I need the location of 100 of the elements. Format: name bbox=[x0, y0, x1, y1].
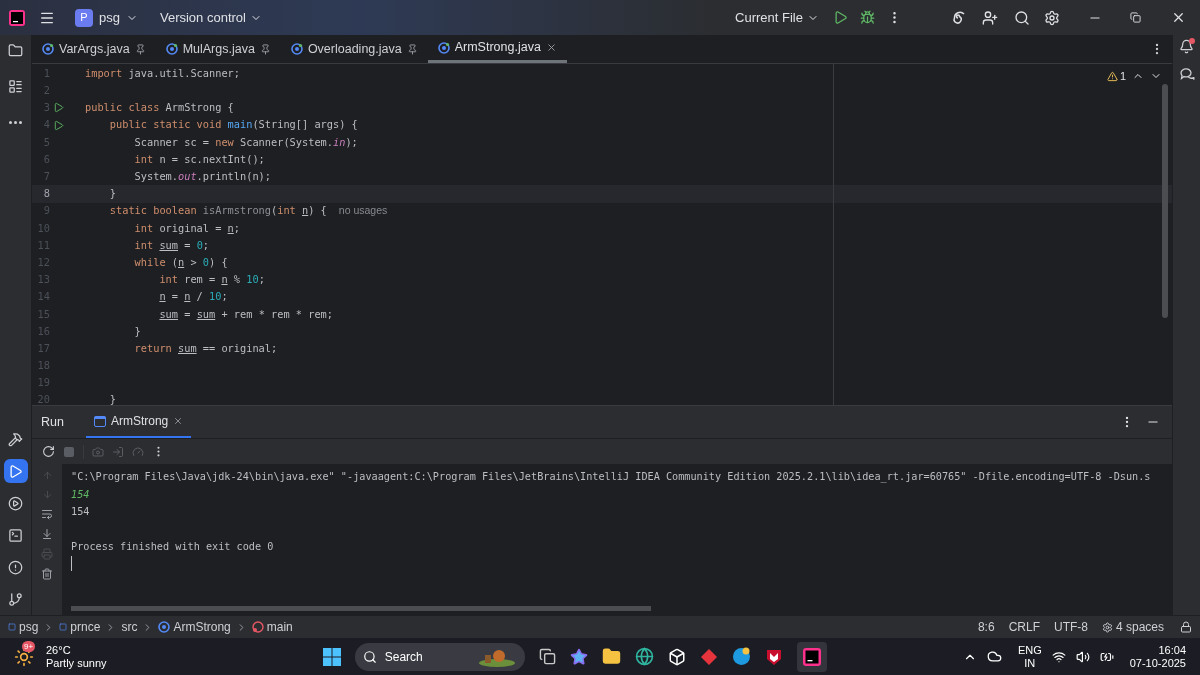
line-separator[interactable]: CRLF bbox=[1008, 618, 1040, 636]
services-icon bbox=[8, 495, 23, 511]
close-tab-icon[interactable] bbox=[173, 416, 184, 426]
search-icon bbox=[362, 649, 377, 664]
console-line: "C:\Program Files\Java\jdk-24\bin\java.exe" "-javaagent:C:\Program Files\JetBrains\IntelliJ IDEA Community Edition 2025.2.1\lib\idea_rt.jar=60765" -Dfile.encoding=UTF-8 -Dsun.s bbox=[71, 470, 1151, 485]
code-line: } bbox=[108, 392, 116, 405]
editor-tab[interactable]: MulArgs.java bbox=[155, 35, 281, 63]
breadcrumb[interactable]: main bbox=[266, 618, 293, 636]
breadcrumb[interactable]: prnce bbox=[70, 618, 101, 636]
close-icon[interactable] bbox=[1171, 10, 1186, 25]
pin-icon[interactable] bbox=[259, 43, 271, 55]
tab-label: ArmStrong.java bbox=[454, 39, 541, 57]
trash-icon[interactable] bbox=[41, 568, 53, 580]
run-gutter-icon[interactable] bbox=[53, 102, 64, 114]
disc-app-icon[interactable] bbox=[731, 647, 751, 666]
breadcrumb[interactable]: src bbox=[121, 618, 138, 636]
cloud-icon[interactable] bbox=[986, 649, 1002, 664]
method-icon bbox=[251, 621, 264, 633]
app-logo-icon bbox=[9, 9, 25, 26]
file-explorer-icon[interactable] bbox=[601, 647, 621, 666]
start-button[interactable] bbox=[322, 647, 341, 666]
run-icon[interactable] bbox=[833, 10, 848, 25]
horizontal-scrollbar[interactable] bbox=[71, 606, 651, 611]
diamond-app-icon[interactable] bbox=[699, 647, 718, 666]
swirl-icon[interactable] bbox=[950, 9, 966, 26]
code-line: } bbox=[108, 186, 116, 202]
console-icon bbox=[93, 415, 106, 427]
lock-icon[interactable] bbox=[1180, 621, 1192, 633]
warning-icon[interactable] bbox=[1106, 70, 1118, 82]
wifi-icon[interactable] bbox=[1051, 649, 1066, 664]
weather-badge: 9+ bbox=[22, 640, 36, 652]
run-tab[interactable]: ArmStrong bbox=[85, 406, 192, 438]
notifications-icon[interactable] bbox=[1179, 39, 1194, 54]
taskbar-search-field[interactable]: Search bbox=[354, 642, 525, 671]
git-branch-icon bbox=[8, 591, 23, 607]
code-line: public class ArmStrong { bbox=[85, 100, 234, 116]
task-view-icon[interactable] bbox=[538, 648, 556, 665]
add-user-icon[interactable] bbox=[982, 9, 998, 26]
panel-title: Run bbox=[41, 413, 64, 431]
weather-condition: Partly sunny bbox=[46, 656, 107, 670]
tab-label: MulArgs.java bbox=[182, 40, 255, 58]
vertical-scrollbar[interactable] bbox=[1162, 84, 1168, 318]
code-line: int original = n; bbox=[133, 220, 240, 236]
version-control-menu[interactable]: Version control bbox=[159, 7, 246, 28]
code-line: import java.util.Scanner; bbox=[85, 65, 240, 81]
breadcrumb[interactable]: ArmStrong bbox=[173, 618, 231, 636]
more-icon bbox=[9, 120, 22, 124]
restore-icon[interactable] bbox=[1130, 12, 1141, 23]
run-gutter-icon[interactable] bbox=[53, 119, 64, 131]
code-line: n = n / 10; bbox=[158, 289, 228, 305]
code-line: public static void main(String[] args) { bbox=[108, 117, 358, 133]
run-tool-button[interactable] bbox=[3, 459, 28, 483]
project-selector[interactable]: psg bbox=[99, 7, 120, 28]
editor-tab[interactable]: Overloading.java bbox=[280, 35, 428, 63]
pin-icon[interactable] bbox=[406, 43, 418, 55]
ai-chat-icon[interactable] bbox=[1178, 66, 1195, 82]
structure-icon bbox=[8, 78, 23, 94]
code-line: int sum = 0; bbox=[133, 237, 210, 253]
code-line: return sum == original; bbox=[133, 340, 278, 356]
shield-app-icon[interactable] bbox=[764, 647, 783, 666]
java-class-icon bbox=[437, 41, 450, 54]
run-configuration-selector[interactable]: Current File bbox=[735, 7, 803, 28]
tab-label: VarArgs.java bbox=[59, 40, 130, 58]
run-icon bbox=[8, 463, 23, 479]
breadcrumb[interactable]: psg bbox=[19, 618, 39, 636]
rerun-icon[interactable] bbox=[42, 445, 55, 458]
temperature: 26°C bbox=[46, 643, 72, 657]
file-encoding[interactable]: UTF-8 bbox=[1053, 618, 1088, 636]
volume-icon[interactable] bbox=[1075, 649, 1090, 664]
pin-icon[interactable] bbox=[134, 43, 146, 55]
editor-tab[interactable]: VarArgs.java bbox=[32, 35, 156, 63]
search-icon[interactable] bbox=[1014, 9, 1030, 26]
warning-count[interactable]: 1 bbox=[1119, 68, 1126, 85]
code-line: static boolean isArmstrong(int n) { bbox=[108, 203, 327, 219]
code-line: int n = sc.nextInt(); bbox=[133, 151, 265, 167]
code-line: System.out.println(n); bbox=[133, 169, 271, 184]
code-line: } bbox=[133, 323, 141, 339]
console-line: 154 bbox=[71, 487, 90, 502]
scroll-to-end-icon[interactable] bbox=[41, 528, 53, 540]
class-icon bbox=[158, 621, 171, 633]
ide-taskbar-icon[interactable] bbox=[796, 641, 827, 672]
folder-icon bbox=[8, 42, 23, 58]
debug-icon[interactable] bbox=[860, 10, 875, 25]
module-icon bbox=[59, 623, 68, 631]
module-icon bbox=[8, 623, 16, 631]
run-tab-label: ArmStrong bbox=[110, 413, 169, 430]
caret-position[interactable]: 8:6 bbox=[977, 618, 995, 636]
problems-icon bbox=[8, 559, 23, 575]
input-language[interactable]: ENG IN bbox=[1017, 643, 1042, 670]
code-line: while (n > 0) { bbox=[133, 254, 228, 270]
java-class-icon bbox=[165, 43, 178, 55]
java-class-icon bbox=[290, 43, 303, 55]
indent-setting[interactable]: 4 spaces bbox=[1115, 618, 1164, 636]
settings-icon[interactable] bbox=[1044, 9, 1060, 26]
close-tab-icon[interactable] bbox=[545, 42, 557, 53]
clock[interactable]: 16:04 07-10-2025 bbox=[1129, 643, 1186, 670]
line-number: 8 bbox=[42, 186, 50, 202]
soft-wrap-icon[interactable] bbox=[41, 508, 53, 520]
hammer-icon bbox=[8, 431, 23, 447]
browser-icon[interactable] bbox=[634, 647, 654, 666]
